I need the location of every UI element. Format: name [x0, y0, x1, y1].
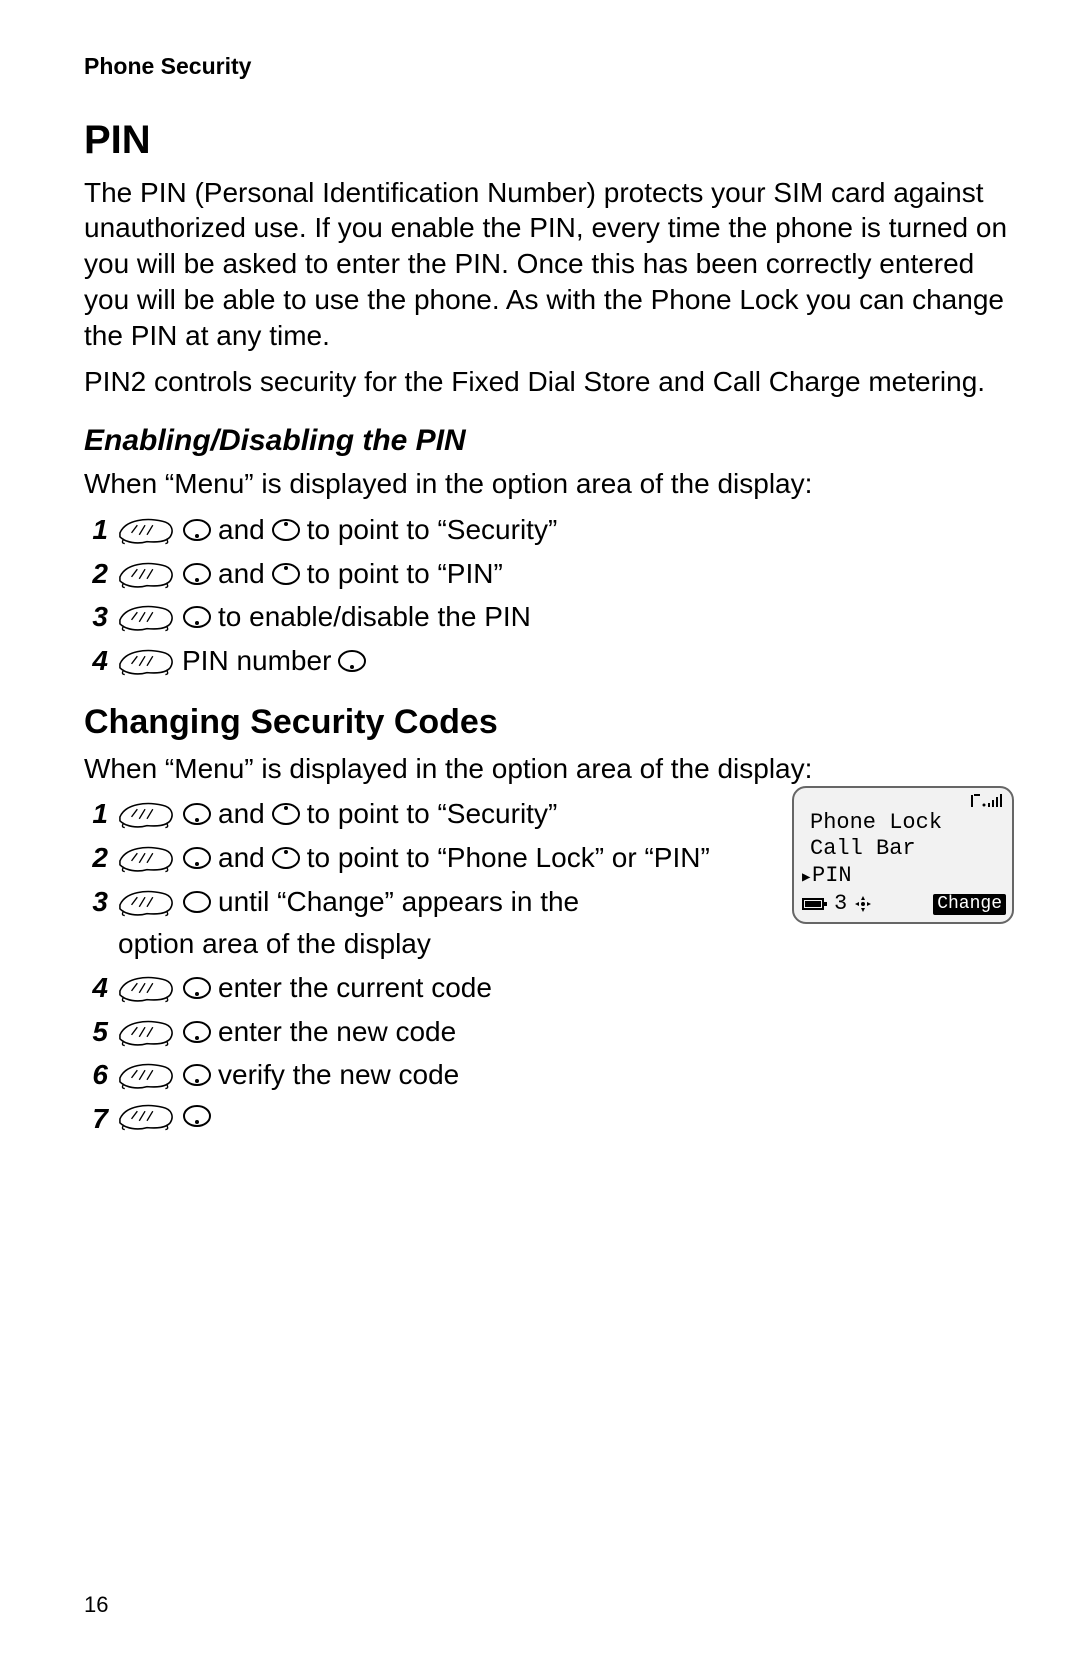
scroll-button-icon — [182, 890, 212, 914]
enable-steps: 1 and to point to “Security” 2 and to po… — [84, 512, 1014, 679]
select-button-icon — [182, 1104, 212, 1128]
step-text: enter the new code — [218, 1014, 456, 1050]
heading-changing-codes: Changing Security Codes — [84, 701, 1014, 745]
signal-strength-icon — [970, 792, 1004, 810]
step-text: and — [218, 796, 265, 832]
press-hand-icon — [118, 559, 176, 589]
step-text: to point to “Phone Lock” or “PIN” — [307, 840, 710, 876]
navigate-button-icon — [271, 562, 301, 586]
step-text: until “Change” appears in the — [218, 884, 579, 920]
navigate-button-icon — [271, 846, 301, 870]
step-number: 7 — [84, 1101, 118, 1137]
press-hand-icon — [118, 1101, 176, 1131]
step-text: and — [218, 512, 265, 548]
press-hand-icon — [118, 1060, 176, 1090]
select-button-icon — [182, 976, 212, 1000]
press-hand-icon — [118, 515, 176, 545]
change-step-4: 4 enter the current code — [84, 970, 1014, 1006]
battery-icon — [802, 896, 828, 912]
change-step-5: 5 enter the new code — [84, 1014, 1014, 1050]
step-text: option area of the display — [118, 926, 798, 962]
navigate-button-icon — [271, 802, 301, 826]
press-hand-icon — [118, 799, 176, 829]
select-button-icon — [182, 802, 212, 826]
heading-enable-pin: Enabling/Disabling the PIN — [84, 422, 1014, 460]
manual-page: Phone Security PIN The PIN (Personal Ide… — [0, 0, 1080, 1667]
press-hand-icon — [118, 887, 176, 917]
screen-index-number: 3 — [834, 891, 847, 917]
enable-step-1: 1 and to point to “Security” — [84, 512, 1014, 548]
page-number: 16 — [84, 1591, 108, 1619]
enable-step-3: 3 to enable/disable the PIN — [84, 599, 1014, 635]
select-button-icon — [182, 605, 212, 629]
running-head: Phone Security — [84, 52, 1014, 81]
step-number: 2 — [84, 840, 118, 876]
press-hand-icon — [118, 1017, 176, 1047]
enable-step-4: 4 PIN number — [84, 643, 1014, 679]
step-number: 1 — [84, 512, 118, 548]
step-number: 6 — [84, 1057, 118, 1093]
phone-display-illustration: Phone Lock Call Bar PIN 3 Change — [792, 786, 1014, 924]
change-step-7: 7 — [84, 1101, 1014, 1137]
step-number: 4 — [84, 970, 118, 1006]
step-number: 3 — [84, 884, 118, 920]
step-number: 2 — [84, 556, 118, 592]
pin-paragraph-1: The PIN (Personal Identification Number)… — [84, 175, 1014, 354]
select-button-icon — [182, 1063, 212, 1087]
step-number: 4 — [84, 643, 118, 679]
screen-item-call-bar: Call Bar — [800, 836, 1006, 862]
step-text: verify the new code — [218, 1057, 459, 1093]
enable-intro: When “Menu” is displayed in the option a… — [84, 466, 1014, 502]
step-text: to point to “Security” — [307, 512, 558, 548]
press-hand-icon — [118, 843, 176, 873]
direction-pad-icon — [853, 894, 873, 914]
heading-pin: PIN — [84, 115, 1014, 166]
step-text: to point to “PIN” — [307, 556, 503, 592]
screen-item-pin-selected: PIN — [800, 863, 1006, 889]
enable-step-2: 2 and to point to “PIN” — [84, 556, 1014, 592]
select-button-icon — [182, 518, 212, 542]
pin-paragraph-2: PIN2 controls security for the Fixed Dia… — [84, 364, 1014, 400]
softkey-change-label: Change — [933, 894, 1006, 916]
select-button-icon — [337, 649, 367, 673]
navigate-button-icon — [271, 518, 301, 542]
select-button-icon — [182, 846, 212, 870]
step-text: to point to “Security” — [307, 796, 558, 832]
step-text: to enable/disable the PIN — [218, 599, 531, 635]
step-text: and — [218, 840, 265, 876]
step-text: and — [218, 556, 265, 592]
select-button-icon — [182, 1020, 212, 1044]
screen-item-phone-lock: Phone Lock — [800, 810, 1006, 836]
change-step-6: 6 verify the new code — [84, 1057, 1014, 1093]
step-number: 1 — [84, 796, 118, 832]
select-button-icon — [182, 562, 212, 586]
press-hand-icon — [118, 646, 176, 676]
press-hand-icon — [118, 973, 176, 1003]
press-hand-icon — [118, 602, 176, 632]
step-text: enter the current code — [218, 970, 492, 1006]
step-number: 5 — [84, 1014, 118, 1050]
step-text: PIN number — [182, 643, 331, 679]
step-number: 3 — [84, 599, 118, 635]
changing-intro: When “Menu” is displayed in the option a… — [84, 751, 1014, 787]
